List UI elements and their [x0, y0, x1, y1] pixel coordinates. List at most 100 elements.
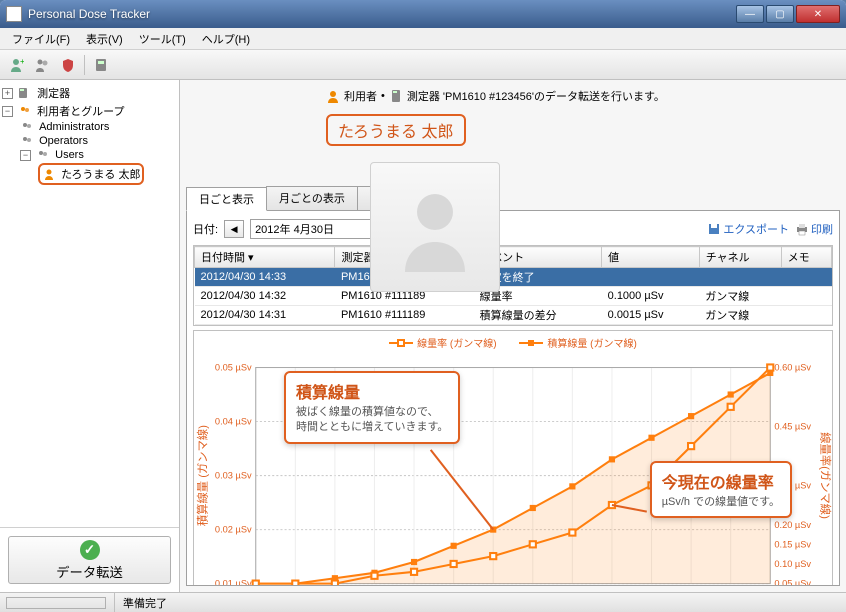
maximize-button[interactable]: ▢ — [766, 5, 794, 23]
window-title: Personal Dose Tracker — [28, 7, 736, 21]
tree-node-users[interactable]: − Users — [2, 148, 177, 162]
expand-icon[interactable]: + — [2, 88, 13, 99]
menu-view[interactable]: 表示(V) — [78, 29, 131, 49]
table-cell — [602, 268, 700, 287]
chart-legend: 線量率 (ガンマ線) 積算線量 (ガンマ線) — [194, 331, 832, 354]
tab-content: 日付: ◀ 2012年 4月30日 ▦▾ ▶ エクスポート 印刷 — [186, 211, 840, 586]
group-icon — [36, 149, 50, 161]
callout-doserate: 今現在の線量率 µSv/h での線量値です。 — [650, 461, 792, 518]
info-user-label: 利用者 — [344, 88, 377, 104]
table-cell — [781, 268, 831, 287]
svg-text:0.05 µSv: 0.05 µSv — [774, 579, 811, 586]
group-icon — [20, 121, 34, 133]
save-icon — [707, 222, 721, 236]
table-row[interactable]: 2012/04/30 14:32PM1610 #111189線量率0.1000 … — [195, 287, 832, 306]
avatar-placeholder — [370, 162, 500, 292]
toolbar-device-icon[interactable] — [89, 53, 113, 77]
table-cell: ガンマ線 — [699, 287, 781, 306]
date-row: 日付: ◀ 2012年 4月30日 ▦▾ ▶ エクスポート 印刷 — [193, 217, 833, 241]
table-cell: 0.1000 µSv — [602, 287, 700, 306]
toolbar-security-icon[interactable] — [56, 53, 80, 77]
tree-node-selected-user[interactable]: たろうまる 太郎 — [2, 162, 177, 186]
table-cell: 2012/04/30 14:33 — [195, 268, 335, 287]
group-icon — [20, 135, 34, 147]
export-button[interactable]: エクスポート — [707, 221, 789, 237]
tree-node-operators[interactable]: Operators — [2, 134, 177, 148]
callout-title: 今現在の線量率 — [662, 469, 780, 493]
user-name-row: たろうまる 太郎 — [326, 114, 840, 146]
toolbar-separator — [84, 55, 85, 75]
table-header[interactable]: チャネル — [699, 247, 781, 268]
app-icon — [6, 6, 22, 22]
toolbar-users-icon[interactable] — [30, 53, 54, 77]
user-icon — [42, 168, 56, 180]
callout-title: 積算線量 — [296, 379, 448, 403]
print-icon — [795, 222, 809, 236]
tree-node-users-root[interactable]: − 利用者とグループ — [2, 102, 177, 120]
date-label: 日付: — [193, 221, 218, 237]
svg-text:0.15 µSv: 0.15 µSv — [774, 539, 811, 549]
table-cell — [781, 287, 831, 306]
svg-text:0.45 µSv: 0.45 µSv — [774, 422, 811, 432]
data-transfer-button[interactable]: ✓ データ転送 — [8, 536, 171, 584]
left-panel: + 測定器 − 利用者とグループ Administrators Operator… — [0, 80, 180, 592]
user-icon — [326, 89, 340, 103]
device-icon — [389, 89, 403, 103]
minimize-button[interactable]: — — [736, 5, 764, 23]
table-cell: PM1610 #111189 — [335, 306, 474, 325]
app-window: Personal Dose Tracker — ▢ ✕ ファイル(F) 表示(V… — [0, 0, 846, 612]
table-row[interactable]: 2012/04/30 14:31PM1610 #111189積算線量の差分0.0… — [195, 306, 832, 325]
status-ready: 準備完了 — [114, 593, 175, 612]
tree-node-admins[interactable]: Administrators — [2, 120, 177, 134]
transfer-button-area: ✓ データ転送 — [0, 527, 179, 592]
tree-view[interactable]: + 測定器 − 利用者とグループ Administrators Operator… — [0, 80, 179, 527]
info-message: 測定器 'PM1610 #123456'のデータ転送を行います。 — [407, 88, 665, 104]
table-cell: 0.0015 µSv — [602, 306, 700, 325]
menu-file[interactable]: ファイル(F) — [4, 29, 78, 49]
tab-month[interactable]: 月ごとの表示 — [266, 186, 358, 210]
users-group-icon — [18, 105, 32, 117]
svg-text:0.10 µSv: 0.10 µSv — [774, 559, 811, 569]
table-row[interactable]: 2012/04/30 14:33PM1610 #111189測定を終了 — [195, 268, 832, 287]
device-group-icon — [18, 87, 32, 99]
table-header[interactable]: 日付時間 ▾ — [195, 247, 335, 268]
chart-area: 線量率 (ガンマ線) 積算線量 (ガンマ線) 0.01 µSv0.02 µSv0… — [193, 330, 833, 586]
tab-day[interactable]: 日ごと表示 — [186, 187, 267, 211]
svg-text:積算線量 (ガンマ線): 積算線量 (ガンマ線) — [195, 425, 209, 526]
content-area: + 測定器 − 利用者とグループ Administrators Operator… — [0, 80, 846, 592]
toolbar-add-user-icon[interactable]: + — [4, 53, 28, 77]
svg-text:0.04 µSv: 0.04 µSv — [215, 417, 252, 427]
menubar: ファイル(F) 表示(V) ツール(T) ヘルプ(H) — [0, 28, 846, 50]
legend-item-cumdose: 積算線量 (ガンマ線) — [519, 335, 636, 350]
svg-text:0.02 µSv: 0.02 µSv — [215, 525, 252, 535]
table-header[interactable]: メモ — [781, 247, 831, 268]
svg-text:+: + — [20, 57, 24, 66]
svg-text:0.03 µSv: 0.03 µSv — [215, 471, 252, 481]
table-header[interactable]: 値 — [602, 247, 700, 268]
info-bar: 利用者 • 測定器 'PM1610 #123456'のデータ転送を行います。 — [326, 86, 840, 106]
table-cell — [699, 268, 781, 287]
menu-tools[interactable]: ツール(T) — [131, 29, 194, 49]
print-button[interactable]: 印刷 — [795, 221, 833, 237]
collapse-icon[interactable]: − — [20, 150, 31, 161]
tabs: 日ごと表示 月ごとの表示 年ごとの表示 — [186, 186, 840, 211]
check-icon: ✓ — [80, 540, 100, 560]
svg-text:線量率(ガンマ線): 線量率(ガンマ線) — [819, 432, 832, 519]
titlebar[interactable]: Personal Dose Tracker — ▢ ✕ — [0, 0, 846, 28]
user-name-highlight: たろうまる 太郎 — [326, 114, 466, 146]
progress-bar — [6, 597, 106, 609]
date-prev-button[interactable]: ◀ — [224, 220, 244, 238]
svg-text:0.60 µSv: 0.60 µSv — [774, 363, 811, 373]
info-sep: • — [381, 90, 385, 102]
data-table[interactable]: 日付時間 ▾測定器イベント値チャネルメモ 2012/04/30 14:33PM1… — [193, 245, 833, 326]
toolbar: + — [0, 50, 846, 80]
table-cell: 積算線量の差分 — [474, 306, 602, 325]
tree-node-devices[interactable]: + 測定器 — [2, 84, 177, 102]
close-button[interactable]: ✕ — [796, 5, 840, 23]
table-cell — [781, 306, 831, 325]
menu-help[interactable]: ヘルプ(H) — [194, 29, 258, 49]
legend-item-doserate: 線量率 (ガンマ線) — [389, 335, 496, 350]
user-silhouette-icon — [390, 182, 480, 272]
collapse-icon[interactable]: − — [2, 106, 13, 117]
table-cell: ガンマ線 — [699, 306, 781, 325]
